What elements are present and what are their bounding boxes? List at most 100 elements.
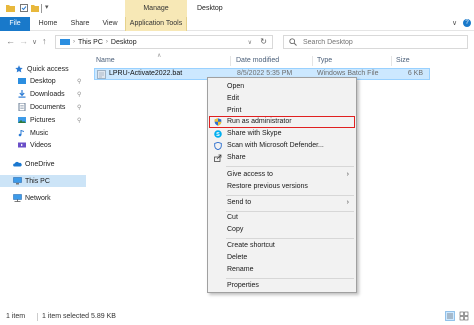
ribbon-tabs: File Home Share View Application Tools ∨… xyxy=(0,17,474,31)
submenu-arrow-icon: › xyxy=(346,171,349,178)
sidebar-item-quick-access[interactable]: Quick access xyxy=(0,63,86,75)
column-header-size[interactable]: Size xyxy=(396,57,410,64)
tab-share[interactable]: Share xyxy=(66,17,94,31)
breadcrumb-this-pc[interactable]: This PC xyxy=(78,39,103,46)
properties-icon[interactable] xyxy=(20,4,28,12)
pin-icon: ⚲ xyxy=(77,117,82,124)
up-arrow-icon[interactable]: ↑ xyxy=(42,36,47,47)
pin-icon: ⚲ xyxy=(77,78,82,85)
breadcrumb-chevron-icon[interactable]: › xyxy=(106,39,108,45)
menu-item-label: Scan with Microsoft Defender... xyxy=(227,142,324,149)
window-title: Desktop xyxy=(197,5,223,12)
recent-locations-chevron-icon[interactable]: ∨ xyxy=(32,37,37,48)
computer-icon xyxy=(13,177,22,185)
menu-item-label: Run as administrator xyxy=(227,118,292,125)
selection-info: 1 item selected 5.89 KB xyxy=(42,313,116,320)
sidebar-item-network[interactable]: Network xyxy=(0,192,86,204)
network-icon xyxy=(13,194,22,202)
desktop-folder-icon xyxy=(18,77,26,85)
sidebar-item-desktop[interactable]: Desktop ⚲ xyxy=(0,75,86,87)
search-input[interactable] xyxy=(303,38,453,46)
new-folder-icon[interactable] xyxy=(31,4,39,12)
sidebar-item-label: Music xyxy=(30,129,49,137)
manage-tab[interactable]: Manage xyxy=(125,0,187,17)
tab-file[interactable]: File xyxy=(0,17,30,31)
address-dropdown-icon[interactable]: ∨ xyxy=(248,39,252,46)
breadcrumb-chevron-icon[interactable]: › xyxy=(73,39,75,45)
menu-item-share[interactable]: Share xyxy=(209,152,355,164)
menu-item-copy[interactable]: Copy xyxy=(209,224,355,236)
downloads-folder-icon xyxy=(18,90,26,98)
back-arrow-icon[interactable]: ← xyxy=(6,36,15,47)
skype-icon: S xyxy=(214,130,222,138)
title-bar: ▾ Manage Desktop xyxy=(0,0,474,17)
column-header-date-modified[interactable]: Date modified xyxy=(236,57,279,64)
uac-shield-icon xyxy=(214,118,222,126)
submenu-arrow-icon: › xyxy=(346,199,349,206)
help-icon[interactable]: ? xyxy=(463,19,471,27)
details-view-icon[interactable] xyxy=(445,311,455,323)
file-date: 8/5/2022 5:35 PM xyxy=(237,70,293,77)
forward-arrow-icon[interactable]: → xyxy=(19,36,28,47)
status-bar: 1 item 1 item selected 5.89 KB xyxy=(0,307,474,325)
pictures-folder-icon xyxy=(18,116,26,124)
videos-folder-icon xyxy=(18,141,26,149)
sidebar-item-label: Downloads xyxy=(30,90,65,98)
item-count: 1 item xyxy=(6,313,26,320)
breadcrumb-desktop[interactable]: Desktop xyxy=(111,39,137,46)
navigation-pane: Quick access Desktop ⚲ Downloads ⚲ Docum… xyxy=(0,57,86,307)
sidebar-item-label: Documents xyxy=(30,103,66,111)
menu-item-give-access-to[interactable]: Give access to › xyxy=(209,169,355,181)
sidebar-item-documents[interactable]: Documents ⚲ xyxy=(0,101,86,113)
sidebar-item-label: This PC xyxy=(25,177,50,185)
defender-shield-icon xyxy=(214,141,222,151)
column-header-name[interactable]: Name xyxy=(96,57,115,64)
menu-item-cut[interactable]: Cut xyxy=(209,212,355,224)
tab-home[interactable]: Home xyxy=(34,17,62,31)
menu-item-delete[interactable]: Delete xyxy=(209,252,355,264)
customize-chevron-icon[interactable]: ▾ xyxy=(45,3,49,11)
menu-item-open[interactable]: Open xyxy=(209,81,355,93)
tab-application-tools[interactable]: Application Tools xyxy=(125,17,187,31)
sidebar-item-videos[interactable]: Videos xyxy=(0,139,86,151)
svg-text:S: S xyxy=(216,132,220,138)
menu-item-rename[interactable]: Rename xyxy=(209,264,355,276)
file-name: LPRU-Activate2022.bat xyxy=(109,70,183,77)
menu-item-share-with-skype[interactable]: S Share with Skype xyxy=(209,128,355,140)
sidebar-item-pictures[interactable]: Pictures ⚲ xyxy=(0,114,86,126)
sidebar-item-music[interactable]: Music xyxy=(0,127,86,139)
column-divider[interactable] xyxy=(312,56,313,66)
menu-separator xyxy=(226,195,354,196)
cloud-icon xyxy=(13,160,22,168)
menu-item-create-shortcut[interactable]: Create shortcut xyxy=(209,240,355,252)
column-divider[interactable] xyxy=(391,56,392,66)
address-bar[interactable]: › This PC › Desktop ∨ ↻ xyxy=(55,35,273,49)
tab-view[interactable]: View xyxy=(98,17,122,31)
menu-separator xyxy=(226,238,354,239)
search-box[interactable] xyxy=(283,35,468,49)
sidebar-item-onedrive[interactable]: OneDrive xyxy=(0,158,86,170)
menu-item-label: Give access to xyxy=(227,171,273,178)
sidebar-item-label: OneDrive xyxy=(25,160,55,168)
sidebar-item-label: Desktop xyxy=(30,77,56,85)
sidebar-item-downloads[interactable]: Downloads ⚲ xyxy=(0,88,86,100)
sidebar-item-this-pc[interactable]: This PC xyxy=(0,175,86,187)
pin-icon: ⚲ xyxy=(77,91,82,98)
search-icon xyxy=(289,38,297,46)
address-row: ← → ∨ ↑ › This PC › Desktop ∨ ↻ xyxy=(0,31,474,53)
this-pc-icon xyxy=(60,38,70,45)
refresh-icon[interactable]: ↻ xyxy=(260,37,267,46)
menu-item-run-as-administrator[interactable]: Run as administrator xyxy=(209,116,355,128)
menu-item-edit[interactable]: Edit xyxy=(209,93,355,105)
menu-item-label: Share xyxy=(227,154,246,161)
menu-item-restore-previous-versions[interactable]: Restore previous versions xyxy=(209,181,355,193)
column-divider[interactable] xyxy=(230,56,231,66)
large-icons-view-icon[interactable] xyxy=(459,311,469,323)
menu-item-properties[interactable]: Properties xyxy=(209,280,355,292)
menu-item-scan-with-defender[interactable]: Scan with Microsoft Defender... xyxy=(209,140,355,152)
menu-item-label: Send to xyxy=(227,199,252,206)
menu-item-send-to[interactable]: Send to › xyxy=(209,197,355,209)
expand-ribbon-icon[interactable]: ∨ xyxy=(452,19,457,27)
context-menu: Open Edit Print Run as administrator S S… xyxy=(207,77,357,293)
column-header-type[interactable]: Type xyxy=(317,57,332,64)
